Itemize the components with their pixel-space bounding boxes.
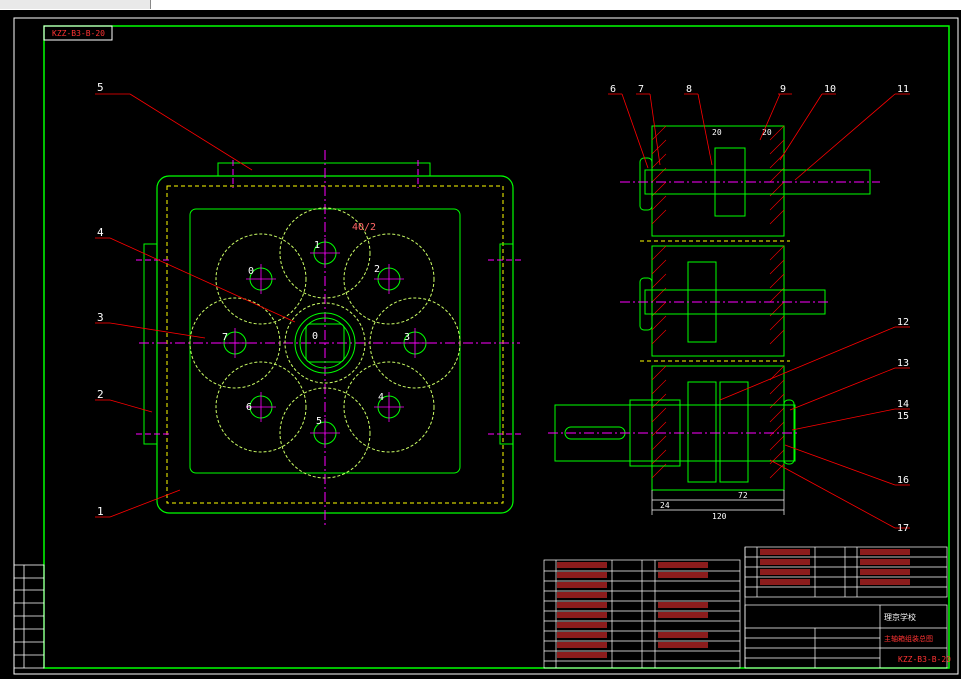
title-name: 主轴箱组装总图	[884, 634, 933, 643]
callout-17: 17	[897, 523, 909, 534]
front-view: 1 2 3 4 5 6 7 0 0 40/2	[136, 150, 522, 525]
callout-9: 9	[780, 84, 786, 95]
gear-label-8: 0	[248, 266, 254, 277]
front-leaders	[95, 93, 296, 518]
callout-5: 5	[97, 81, 104, 94]
title-school: 理京学校	[884, 612, 916, 622]
outer-frame	[13, 17, 959, 675]
section-middle	[651, 245, 785, 357]
gear-label-1: 1	[314, 240, 320, 251]
side-view	[548, 125, 880, 515]
callout-2: 2	[97, 388, 104, 401]
gear-label-2: 2	[374, 264, 380, 275]
gear-label-6: 6	[246, 402, 252, 413]
callout-10: 10	[824, 84, 836, 95]
callout-1: 1	[97, 505, 104, 518]
callout-14: 14	[897, 399, 909, 410]
callout-15: 15	[897, 411, 909, 422]
dim-20a: 20	[712, 128, 722, 137]
section-bottom	[651, 365, 785, 491]
callout-6: 6	[610, 84, 616, 95]
drawing-code: KZZ-B3-B-20	[52, 29, 105, 38]
top-cover	[217, 162, 431, 177]
callout-8: 8	[686, 84, 692, 95]
title-code: KZZ-B3-B-20	[898, 655, 951, 664]
callout-16: 16	[897, 475, 909, 486]
dim-120: 120	[712, 512, 727, 521]
left-margin-table	[13, 564, 45, 669]
dimension-top: 40/2	[352, 222, 376, 233]
callout-13: 13	[897, 358, 909, 369]
callout-11: 11	[897, 84, 909, 95]
section-top	[651, 125, 785, 237]
callout-4: 4	[97, 226, 104, 239]
cad-drawing-canvas[interactable]: KZZ-B3-B-20 1 2 3 4 5 6 7 0 0 40/2 5 4 3…	[0, 0, 961, 679]
callout-7: 7	[638, 84, 644, 95]
gear-label-5: 5	[316, 416, 322, 427]
gear-label-center: 0	[312, 331, 318, 342]
gear-label-4: 4	[378, 392, 384, 403]
dim-24: 24	[660, 501, 670, 510]
gear-label-7: 7	[222, 332, 228, 343]
dim-72: 72	[738, 491, 748, 500]
housing-inner-dashed	[166, 185, 504, 504]
callout-12: 12	[897, 317, 909, 328]
right-lug	[499, 243, 514, 445]
inner-frame	[43, 25, 950, 669]
gear-label-3: 3	[404, 332, 410, 343]
callout-3: 3	[97, 311, 104, 324]
left-lug	[143, 243, 158, 445]
